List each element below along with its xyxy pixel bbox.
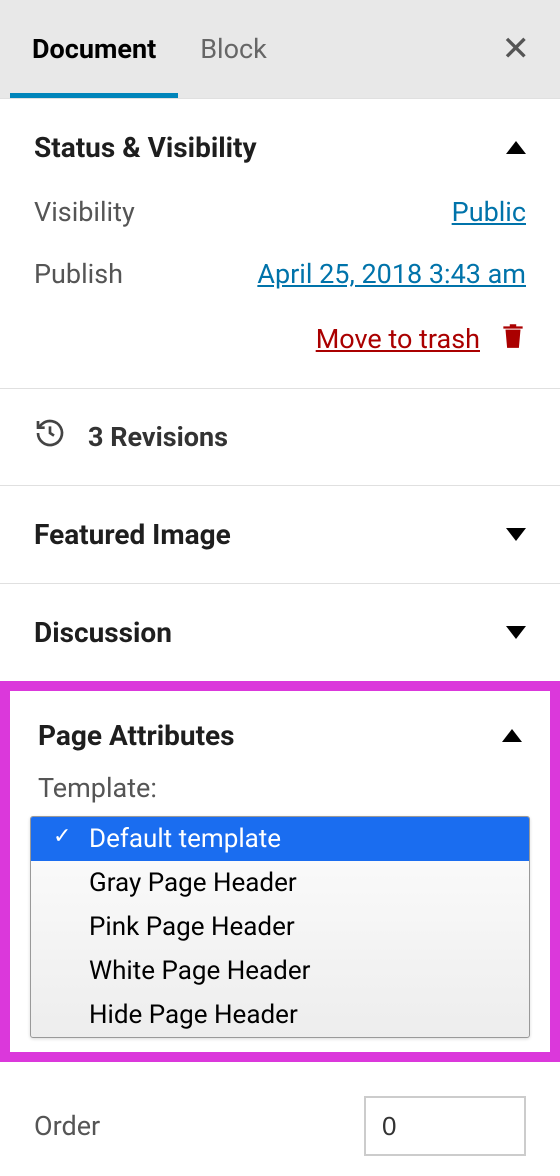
visibility-label: Visibility (34, 196, 135, 228)
panel-featured-image: Featured Image (0, 485, 560, 583)
chevron-down-icon (506, 528, 526, 541)
order-input[interactable] (364, 1096, 526, 1156)
visibility-row: Visibility Public (34, 196, 526, 228)
template-option-white[interactable]: White Page Header (31, 949, 529, 993)
template-option-gray[interactable]: Gray Page Header (31, 861, 529, 905)
section-header-page-attributes[interactable]: Page Attributes (30, 705, 530, 772)
section-title: Status & Visibility (34, 131, 257, 164)
tab-bar: Document Block ✕ (0, 0, 560, 98)
template-label: Template: (30, 772, 530, 804)
template-option-pink[interactable]: Pink Page Header (31, 905, 529, 949)
panel-page-attributes: Page Attributes Template: Default templa… (0, 681, 560, 1062)
section-body: Visibility Public Publish April 25, 2018… (0, 196, 560, 388)
publish-label: Publish (34, 258, 123, 290)
publish-value-link[interactable]: April 25, 2018 3:43 am (257, 258, 526, 290)
close-icon[interactable]: ✕ (502, 29, 531, 69)
section-title: Featured Image (34, 518, 231, 551)
template-option-hide[interactable]: Hide Page Header (31, 993, 529, 1037)
move-to-trash-link[interactable]: Move to trash (316, 323, 480, 355)
template-dropdown[interactable]: Default template Gray Page Header Pink P… (30, 816, 530, 1038)
section-header-discussion[interactable]: Discussion (0, 584, 560, 681)
visibility-value-link[interactable]: Public (452, 196, 526, 228)
publish-row: Publish April 25, 2018 3:43 am (34, 258, 526, 290)
trash-row: Move to trash (34, 320, 526, 358)
tab-document[interactable]: Document (10, 0, 178, 98)
chevron-down-icon (506, 626, 526, 639)
section-header-featured-image[interactable]: Featured Image (0, 486, 560, 583)
section-title: Discussion (34, 616, 172, 649)
section-header-status-visibility[interactable]: Status & Visibility (0, 99, 560, 196)
chevron-up-icon (506, 141, 526, 154)
revisions-panel[interactable]: 3 Revisions (0, 388, 560, 485)
revisions-text: 3 Revisions (88, 421, 228, 453)
history-icon (34, 417, 66, 457)
order-row: Order (0, 1062, 560, 1176)
panel-status-visibility: Status & Visibility Visibility Public Pu… (0, 98, 560, 388)
trash-icon[interactable] (500, 320, 526, 358)
tab-block[interactable]: Block (178, 0, 289, 98)
panel-discussion: Discussion (0, 583, 560, 681)
chevron-up-icon (502, 729, 522, 742)
template-option-default[interactable]: Default template (31, 817, 529, 861)
section-title: Page Attributes (38, 719, 235, 752)
order-label: Order (34, 1110, 100, 1142)
